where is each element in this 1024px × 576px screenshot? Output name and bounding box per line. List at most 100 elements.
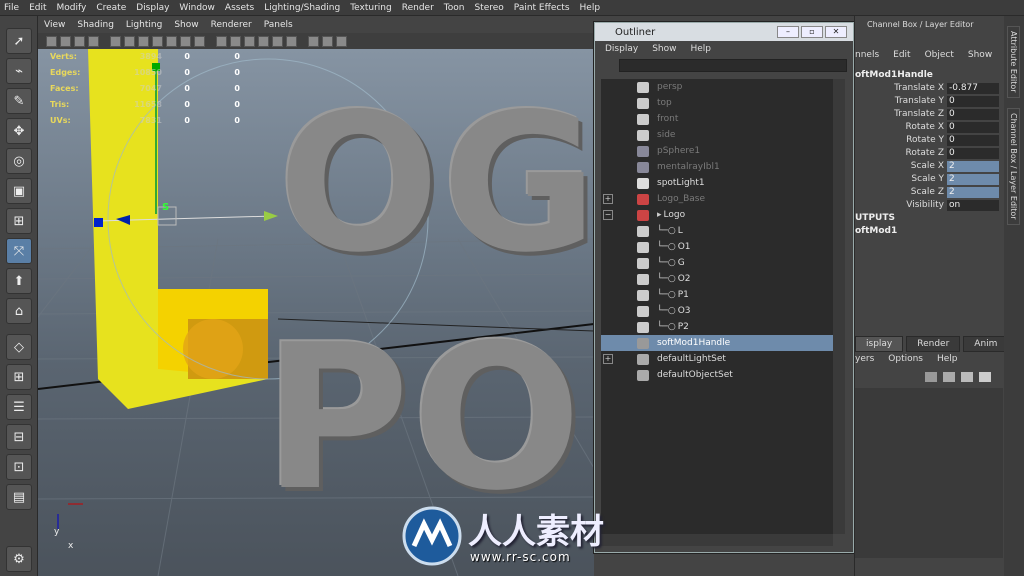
- bookmark-icon[interactable]: [74, 35, 85, 47]
- outliner-item[interactable]: pSphere1: [601, 143, 833, 159]
- isolate-icon[interactable]: [322, 35, 333, 47]
- layout-persp-outliner-icon[interactable]: ⊡: [6, 454, 32, 480]
- layout-outliner-icon[interactable]: ☰: [6, 394, 32, 420]
- last-tool-icon[interactable]: ⬆: [6, 268, 32, 294]
- outliner-item[interactable]: persp: [601, 79, 833, 95]
- field-chart-icon[interactable]: [166, 35, 177, 47]
- channel-attr-row[interactable]: Scale Z2: [855, 186, 1001, 198]
- layer-new-icon[interactable]: [925, 372, 937, 382]
- minimize-button[interactable]: –: [777, 26, 799, 38]
- safe-action-icon[interactable]: [180, 35, 191, 47]
- menu-stereo[interactable]: Stereo: [474, 3, 503, 13]
- channel-attr-value[interactable]: 0: [947, 121, 999, 133]
- channel-attr-value[interactable]: 2: [947, 186, 999, 198]
- channel-attr-row[interactable]: Translate X -0.877: [855, 82, 1001, 94]
- maximize-button[interactable]: ▫: [801, 26, 823, 38]
- outliner-vscrollbar[interactable]: [833, 79, 845, 534]
- close-button[interactable]: ✕: [825, 26, 847, 38]
- manipulator-icon[interactable]: ⊞: [6, 208, 32, 234]
- layer-tab[interactable]: Render: [906, 336, 961, 352]
- wireframe-icon[interactable]: [216, 35, 227, 47]
- outliner-item[interactable]: defaultObjectSet: [601, 367, 833, 383]
- channel-attr-value[interactable]: 2: [947, 173, 999, 185]
- menu-assets[interactable]: Assets: [225, 3, 254, 13]
- paint-select-icon[interactable]: ✎: [6, 88, 32, 114]
- outliner-item[interactable]: └─○ O3: [601, 303, 833, 319]
- soft-mod-tool-icon[interactable]: ⤧: [6, 238, 32, 264]
- wire-on-shaded-icon[interactable]: [244, 35, 255, 47]
- channel-attr-row[interactable]: Scale X2: [855, 160, 1001, 172]
- outliner-menu-help[interactable]: Help: [690, 44, 711, 54]
- menu-toon[interactable]: Toon: [444, 3, 465, 13]
- viewport-menu-lighting[interactable]: Lighting: [126, 20, 162, 30]
- outliner-titlebar[interactable]: Outliner – ▫ ✕: [595, 23, 853, 41]
- layer-tab[interactable]: isplay: [855, 336, 904, 352]
- grid-icon[interactable]: [110, 35, 121, 47]
- outliner-menu-display[interactable]: Display: [605, 44, 638, 54]
- show-manipulator-icon[interactable]: ⌂: [6, 298, 32, 324]
- outliner-item[interactable]: └─○ P2: [601, 319, 833, 335]
- menu-window[interactable]: Window: [179, 3, 215, 13]
- menu-texturing[interactable]: Texturing: [350, 3, 392, 13]
- outliner-item[interactable]: softMod1Handle: [601, 335, 833, 351]
- channel-attr-value[interactable]: 0: [947, 134, 999, 146]
- outliner-item[interactable]: side: [601, 127, 833, 143]
- layer-select-icon[interactable]: [943, 372, 955, 382]
- smooth-shade-icon[interactable]: [230, 35, 241, 47]
- menu-render[interactable]: Render: [402, 3, 434, 13]
- layer-menu-item[interactable]: Options: [888, 354, 923, 364]
- channel-attr-row[interactable]: Visibility on: [855, 199, 1001, 211]
- render-view-icon[interactable]: ⚙: [6, 546, 32, 572]
- camera-icon[interactable]: [46, 35, 57, 47]
- collapse-icon[interactable]: −: [603, 210, 613, 220]
- layout-single-icon[interactable]: ◇: [6, 334, 32, 360]
- attribute-editor-tab[interactable]: Attribute Editor: [1007, 26, 1020, 98]
- outliner-item[interactable]: front: [601, 111, 833, 127]
- expand-icon[interactable]: +: [603, 354, 613, 364]
- channel-attr-value[interactable]: 0: [947, 95, 999, 107]
- outliner-item[interactable]: + defaultLightSet: [601, 351, 833, 367]
- channel-attr-row[interactable]: Translate Y0: [855, 95, 1001, 107]
- outputs-item[interactable]: oftMod1: [855, 225, 897, 238]
- outliner-item[interactable]: └─○ O1: [601, 239, 833, 255]
- layout-graph-icon[interactable]: ⊟: [6, 424, 32, 450]
- layout-hypershade-icon[interactable]: ▤: [6, 484, 32, 510]
- menu-lighting-shading[interactable]: Lighting/Shading: [264, 3, 340, 13]
- layer-remove-icon[interactable]: [979, 372, 991, 382]
- menu-create[interactable]: Create: [96, 3, 126, 13]
- lights-icon[interactable]: [272, 35, 283, 47]
- channel-menu-item[interactable]: Show: [968, 50, 992, 60]
- menu-edit[interactable]: Edit: [29, 3, 46, 13]
- channel-menu-item[interactable]: Edit: [893, 50, 910, 60]
- rotate-tool-icon[interactable]: ◎: [6, 148, 32, 174]
- menu-modify[interactable]: Modify: [57, 3, 87, 13]
- channel-attr-value[interactable]: 0: [947, 108, 999, 120]
- viewport-menu-shading[interactable]: Shading: [77, 20, 114, 30]
- outliner-item[interactable]: └─○ L: [601, 223, 833, 239]
- scale-tool-icon[interactable]: ▣: [6, 178, 32, 204]
- layer-editor-panel[interactable]: [855, 388, 1003, 558]
- film-gate-icon[interactable]: [124, 35, 135, 47]
- channel-attr-value[interactable]: 2: [947, 160, 999, 172]
- channel-attr-value[interactable]: 0: [947, 147, 999, 159]
- menu-paint-effects[interactable]: Paint Effects: [514, 3, 570, 13]
- outliner-menu-show[interactable]: Show: [652, 44, 676, 54]
- channel-attr-row[interactable]: Scale Y2: [855, 173, 1001, 185]
- outliner-item[interactable]: top: [601, 95, 833, 111]
- xray-icon[interactable]: [308, 35, 319, 47]
- channel-attr-value[interactable]: -0.877: [947, 82, 999, 94]
- outliner-item[interactable]: − ▸ Logo: [601, 207, 833, 223]
- channel-attr-row[interactable]: Rotate X0: [855, 121, 1001, 133]
- hq-render-icon[interactable]: [336, 35, 347, 47]
- outliner-item[interactable]: └─○ P1: [601, 287, 833, 303]
- viewport-menu-view[interactable]: View: [44, 20, 65, 30]
- layer-menu-item[interactable]: Help: [937, 354, 958, 364]
- channel-attr-row[interactable]: Rotate Z0: [855, 147, 1001, 159]
- channel-box-tab[interactable]: Channel Box / Layer Editor: [1007, 108, 1020, 225]
- channel-menu-item[interactable]: nnels: [855, 50, 879, 60]
- outliner-item[interactable]: mentalrayIbl1: [601, 159, 833, 175]
- outliner-item[interactable]: └─○ O2: [601, 271, 833, 287]
- outliner-filter-field[interactable]: [619, 59, 847, 72]
- outliner-item[interactable]: └─○ G: [601, 255, 833, 271]
- channel-attr-row[interactable]: Translate Z0: [855, 108, 1001, 120]
